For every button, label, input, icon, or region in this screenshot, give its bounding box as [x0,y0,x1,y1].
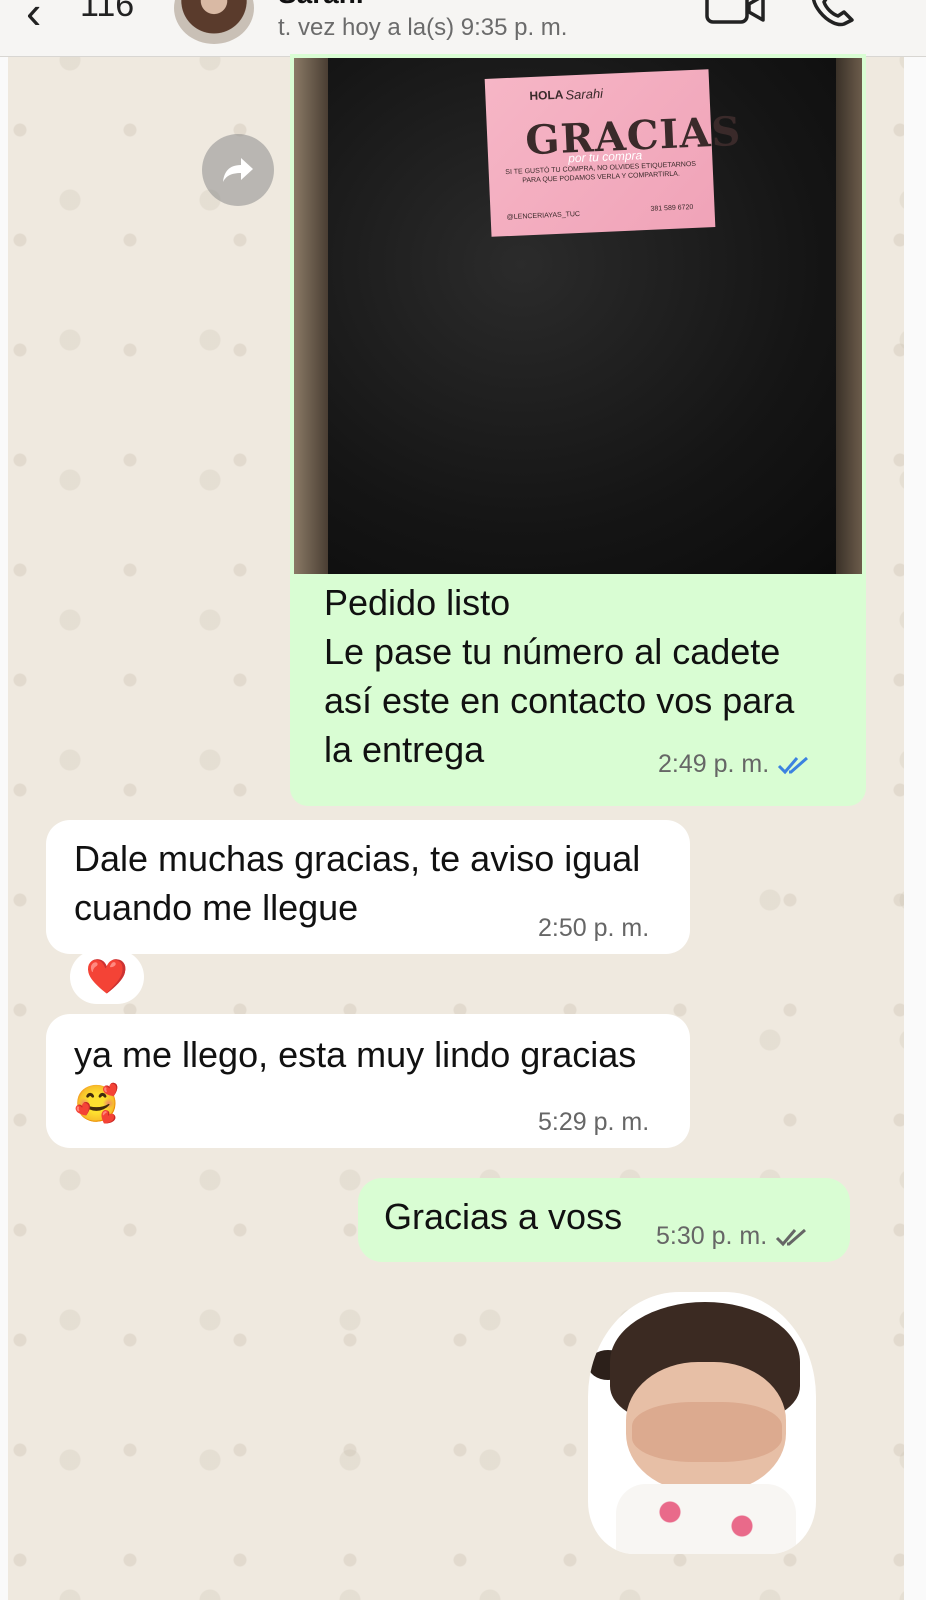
message-time: 2:49 p. m. [658,750,770,778]
avatar[interactable] [174,0,254,44]
screen-edge-right [904,0,926,1600]
message-meta: 2:49 p. m. [658,750,813,779]
message-time: 5:29 p. m. [538,1108,650,1136]
sticker-heart-hands [632,1402,782,1462]
message-line: así este en contacto vos para [324,680,795,721]
contact-name[interactable]: Sarahi [278,0,364,10]
message-line: ya me llego, esta muy lindo gracias [74,1034,637,1075]
sticker-shirt [616,1484,796,1554]
thank-you-card: HOLA Sarahi GRACIAS por tu compra SI TE … [484,69,742,237]
message-time: 2:50 p. m. [538,914,650,942]
message-line: Dale muchas gracias, te aviso igual [74,838,641,879]
card-name: Sarahi [565,85,604,103]
card-instagram: @LENCERIAYAS_TUC [506,210,581,222]
chat-header: ‹ 116 Sarahi t. vez hoy a la(s) 9:35 p. … [0,0,926,57]
phone-icon[interactable] [808,0,860,30]
photo-attachment[interactable]: HOLA Sarahi GRACIAS por tu compra SI TE … [294,58,862,574]
screen-edge-left [0,0,8,1600]
photo-background-left [294,58,328,574]
photo-background-right [836,58,862,574]
chevron-left-icon[interactable]: ‹ [26,0,41,35]
message-text: Pedido listo Le pase tu número al cadete… [324,578,844,774]
card-hola: HOLA [529,87,564,104]
forward-icon [223,158,253,182]
incoming-message[interactable]: ya me llego, esta muy lindo gracias 🥰 5:… [46,1014,690,1148]
incoming-message[interactable]: Dale muchas gracias, te aviso igual cuan… [46,820,690,954]
sticker-message[interactable] [588,1292,816,1554]
back-unread-count[interactable]: 116 [80,0,134,25]
message-text: Gracias a voss [384,1196,623,1237]
last-seen-status: t. vez hoy a la(s) 9:35 p. m. [278,14,568,41]
forward-button[interactable] [202,134,274,206]
reaction-badge[interactable]: ❤️ [70,950,144,1004]
double-check-icon [776,1228,807,1246]
card-phone: 381 589 6720 [650,203,694,213]
message-line: Pedido listo [324,582,511,623]
double-check-icon [778,756,809,774]
message-meta: 5:30 p. m. [656,1222,811,1251]
message-line: Le pase tu número al cadete [324,631,781,672]
outgoing-image-message[interactable]: HOLA Sarahi GRACIAS por tu compra SI TE … [290,54,866,806]
message-time: 5:30 p. m. [656,1222,768,1250]
outgoing-message[interactable]: Gracias a voss 5:30 p. m. [358,1178,850,1262]
video-call-icon[interactable] [705,0,767,26]
